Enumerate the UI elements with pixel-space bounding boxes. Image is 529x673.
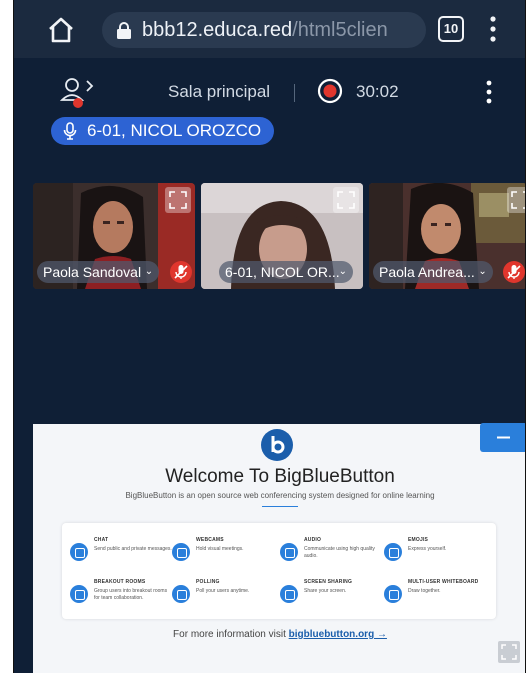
audio-icon — [280, 543, 298, 561]
bigbluebutton-link[interactable]: bigbluebutton.org → — [289, 629, 387, 640]
feature-desc: Hold visual meetings. — [196, 546, 244, 552]
fullscreen-icon — [169, 191, 187, 209]
browser-window: bbb12.educa.red/html5clien 10 Sala princ… — [13, 0, 526, 673]
feature-polling: POLLING Poll your users anytime. — [164, 579, 272, 619]
video-name-tag[interactable]: Paola Andrea... ⌄ — [373, 261, 493, 283]
more-vert-icon[interactable] — [490, 15, 496, 43]
expand-button[interactable] — [498, 641, 520, 663]
feature-title: BREAKOUT ROOMS — [94, 579, 146, 585]
feature-title: POLLING — [196, 579, 220, 585]
url-text: bbb12.educa.red/html5clien — [142, 19, 388, 41]
bigbluebutton-logo — [261, 429, 293, 461]
feature-emojis: EMOJIS Express yourself. — [376, 537, 484, 577]
home-icon[interactable] — [47, 16, 75, 44]
user-list-toggle-icon[interactable] — [60, 76, 100, 110]
feature-desc: Communicate using high quality audio. — [304, 546, 375, 559]
feature-title: EMOJIS — [408, 537, 429, 543]
feature-desc: Group users into breakout rooms for team… — [94, 588, 168, 601]
chat-icon — [70, 543, 88, 561]
feature-title: MULTI-USER WHITEBOARD — [408, 579, 479, 585]
recording-time: 30:02 — [356, 82, 399, 101]
screen-share-icon — [280, 585, 298, 603]
polling-icon — [172, 585, 190, 603]
microphone-icon — [63, 122, 77, 140]
minimize-presentation-button[interactable] — [480, 423, 525, 452]
feature-desc: Express yourself. — [408, 546, 447, 552]
fullscreen-button[interactable] — [333, 187, 359, 213]
whiteboard-icon — [384, 585, 402, 603]
muted-mic-icon — [170, 261, 192, 283]
feature-title: CHAT — [94, 537, 109, 543]
welcome-title: Welcome To BigBlueButton — [165, 466, 395, 487]
feature-title: SCREEN SHARING — [304, 579, 353, 585]
divider — [262, 506, 298, 507]
options-icon[interactable] — [486, 80, 492, 104]
features-card: CHAT Send public and private messages. W… — [62, 523, 496, 619]
feature-screen-sharing: SCREEN SHARING Share your screen. — [272, 579, 380, 619]
feature-title: AUDIO — [304, 537, 322, 543]
feature-desc: Poll your users anytime. — [196, 588, 250, 594]
webcam-icon — [172, 543, 190, 561]
more-info: For more information visit bigbluebutton… — [33, 629, 525, 640]
more-info-text: For more information visit — [173, 629, 286, 640]
feature-breakout-rooms: BREAKOUT ROOMS Group users into breakout… — [62, 579, 170, 619]
fullscreen-button[interactable] — [507, 187, 525, 213]
header-divider — [294, 84, 295, 102]
fullscreen-button[interactable] — [165, 187, 191, 213]
video-name-tag[interactable]: Paola Sandoval ⌄ — [37, 261, 160, 283]
address-bar[interactable]: bbb12.educa.red/html5clien — [102, 12, 426, 48]
video-name-tag[interactable]: 6-01, NICOL OR... ⌄ — [219, 261, 353, 283]
feature-whiteboard: MULTI-USER WHITEBOARD Draw together. — [376, 579, 484, 619]
feature-chat: CHAT Send public and private messages. — [62, 537, 172, 577]
feature-desc: Send public and private messages. — [94, 546, 172, 552]
expand-icon — [501, 644, 517, 660]
breakout-icon — [70, 585, 88, 603]
lock-icon — [117, 22, 131, 39]
chevron-down-icon: ⌄ — [478, 266, 487, 277]
record-icon[interactable] — [317, 78, 343, 104]
video-tile[interactable]: Paola Andrea... ⌄ — [369, 183, 525, 289]
feature-desc: Draw together. — [408, 588, 441, 594]
browser-toolbar: bbb12.educa.red/html5clien 10 — [14, 0, 525, 58]
chevron-down-icon: ⌄ — [144, 266, 154, 277]
feature-audio: AUDIO Communicate using high quality aud… — [272, 537, 380, 577]
feature-title: WEBCAMS — [196, 537, 224, 543]
fullscreen-icon — [511, 191, 525, 209]
video-tile[interactable]: Paola Sandoval ⌄ — [33, 183, 195, 289]
chevron-down-icon: ⌄ — [338, 266, 347, 277]
talking-indicator[interactable]: 6-01, NICOL OROZCO — [51, 117, 274, 145]
minus-icon — [497, 436, 510, 439]
feature-desc: Share your screen. — [304, 588, 347, 594]
muted-mic-icon — [503, 261, 525, 283]
talking-user-name: 6-01, NICOL OROZCO — [87, 121, 262, 140]
feature-webcams: WEBCAMS Hold visual meetings. — [164, 537, 272, 577]
tab-count-button[interactable]: 10 — [438, 16, 464, 42]
video-tile[interactable]: 6-01, NICOL OR... ⌄ — [201, 183, 363, 289]
welcome-subtitle: BigBlueButton is an open source web conf… — [125, 491, 435, 500]
room-title: Sala principal — [168, 82, 271, 101]
fullscreen-icon — [337, 191, 355, 209]
emoji-icon — [384, 543, 402, 561]
